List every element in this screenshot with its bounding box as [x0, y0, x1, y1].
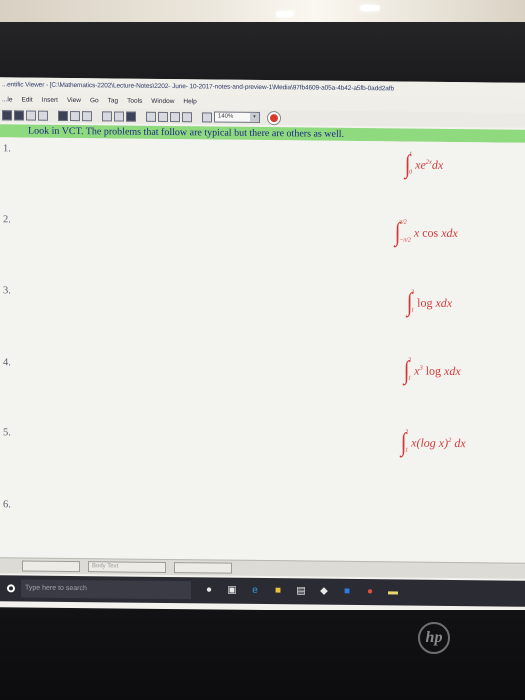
- redo-icon[interactable]: [114, 110, 124, 122]
- ceiling-light: [276, 11, 294, 17]
- window-title: ...entific Viewer - [C:\Mathematics-2202…: [2, 81, 394, 93]
- lower-limit: 1: [411, 307, 415, 314]
- menu-view[interactable]: View: [67, 93, 81, 108]
- problem-number: 4.: [3, 357, 11, 369]
- stop-icon[interactable]: [268, 111, 280, 124]
- background-room: [0, 0, 525, 22]
- exponent: 2: [448, 436, 452, 444]
- dropbox-icon[interactable]: ◆: [319, 586, 329, 597]
- paragraph-icon[interactable]: [170, 111, 180, 122]
- monitor-screen: ...entific Viewer - [C:\Mathematics-2202…: [0, 77, 525, 613]
- menu-help[interactable]: Help: [183, 94, 196, 109]
- monitor-bezel-top: [0, 22, 525, 80]
- differential: dx: [446, 225, 458, 240]
- print-icon[interactable]: [38, 110, 48, 121]
- tag-field[interactable]: Body Text: [88, 561, 166, 573]
- lower-limit: 0: [409, 169, 413, 176]
- zoom-value: 140%: [218, 113, 234, 120]
- upper-limit: 1: [409, 151, 413, 158]
- app-icon[interactable]: ■: [342, 586, 352, 597]
- start-icon[interactable]: [7, 584, 15, 593]
- chrome-icon[interactable]: ●: [365, 586, 375, 597]
- undo-icon[interactable]: [102, 110, 112, 121]
- differential: dx: [440, 295, 453, 310]
- menu-window[interactable]: Window: [151, 94, 174, 109]
- menu-go[interactable]: Go: [90, 93, 99, 108]
- lower-limit: −π/2: [399, 237, 411, 244]
- file-explorer-icon[interactable]: ■: [273, 585, 283, 596]
- ceiling-light: [360, 5, 380, 11]
- search-placeholder: Type here to search: [25, 584, 87, 593]
- status-field[interactable]: [22, 560, 80, 573]
- paste-icon[interactable]: [82, 110, 92, 121]
- exponent: 3: [419, 364, 423, 372]
- problem-3-formula[interactable]: ∫ 31 log xdx: [406, 288, 453, 317]
- integrand: xe: [415, 157, 426, 172]
- menu-tools[interactable]: Tools: [127, 94, 142, 109]
- upper-limit: 2: [408, 357, 412, 364]
- document-area[interactable]: 1. ∫ 10 xe2xdx 2. ∫ π/2 −π/2 x cos xdx 3.…: [0, 137, 525, 563]
- problem-5-formula[interactable]: ∫ 21 x(log x)2 dx: [400, 427, 466, 456]
- problem-number: 2.: [3, 214, 11, 226]
- differential: dx: [454, 435, 466, 450]
- save-icon[interactable]: [26, 110, 36, 121]
- integrand: x(log x): [411, 435, 449, 450]
- problem-4-formula[interactable]: ∫ 21 x3 log xdx: [403, 355, 461, 384]
- problem-number: 3.: [3, 285, 11, 297]
- microphone-icon[interactable]: ●: [204, 584, 214, 595]
- chevron-down-icon[interactable]: ▾: [250, 112, 259, 122]
- upper-limit: 3: [411, 289, 415, 296]
- function: log: [417, 295, 433, 310]
- properties-icon[interactable]: [146, 111, 156, 122]
- hp-logo: hp: [418, 622, 450, 654]
- tag-label: Body Text: [92, 563, 119, 570]
- folder-icon[interactable]: ▬: [388, 586, 398, 597]
- view-icon[interactable]: [182, 111, 192, 122]
- menu-insert[interactable]: Insert: [42, 93, 58, 108]
- monitor-bezel-bottom: [0, 610, 525, 700]
- store-icon[interactable]: ▤: [296, 585, 306, 596]
- menu-edit[interactable]: Edit: [21, 92, 32, 107]
- find-icon[interactable]: [126, 111, 136, 122]
- open-file-icon[interactable]: [14, 109, 24, 121]
- problem-2-formula[interactable]: ∫ π/2 −π/2 x cos xdx: [394, 217, 458, 246]
- windows-taskbar: Type here to search ● ▣ e ■ ▤ ◆ ■ ● ▬: [0, 575, 525, 607]
- task-view-icon[interactable]: ▣: [227, 585, 237, 596]
- menu-tag[interactable]: Tag: [108, 93, 118, 108]
- lower-limit: 1: [408, 375, 412, 382]
- zoom-select[interactable]: 140% ▾: [214, 111, 260, 123]
- problem-number: 6.: [3, 499, 11, 511]
- new-file-icon[interactable]: [2, 109, 12, 120]
- search-input[interactable]: Type here to search: [21, 579, 191, 600]
- integrand: x: [413, 225, 420, 240]
- differential: dx: [431, 157, 444, 172]
- function: cos: [422, 225, 439, 240]
- problem-number: 1.: [3, 143, 11, 155]
- upper-limit: 2: [405, 429, 409, 436]
- zoom-icon[interactable]: [158, 111, 168, 122]
- problem-number: 5.: [3, 427, 11, 439]
- frame-icon[interactable]: [202, 111, 212, 122]
- upper-limit: π/2: [399, 219, 407, 226]
- edge-icon[interactable]: e: [250, 585, 260, 596]
- cut-icon[interactable]: [58, 110, 68, 121]
- copy-icon[interactable]: [70, 110, 80, 121]
- lower-limit: 1: [405, 447, 409, 454]
- function: log: [425, 363, 442, 378]
- differential: dx: [449, 363, 461, 378]
- hp-logo-text: hp: [425, 629, 443, 646]
- status-field[interactable]: [174, 562, 232, 574]
- menu-file[interactable]: ...le: [2, 92, 12, 107]
- problem-1-formula[interactable]: ∫ 10 xe2xdx: [404, 149, 444, 178]
